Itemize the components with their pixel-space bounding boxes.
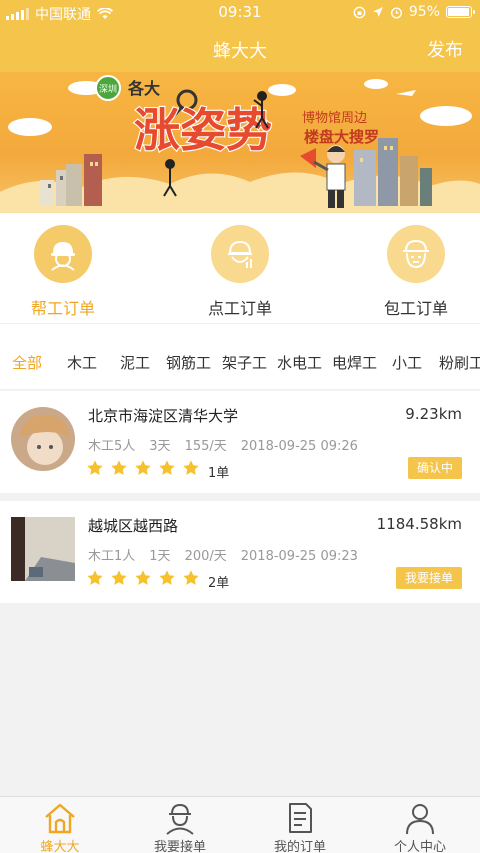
rotation-lock-icon	[353, 6, 366, 18]
tab-home[interactable]: 蜂大大	[0, 800, 120, 853]
worker-helmet-icon	[34, 225, 92, 283]
banner-slogan-1: 博物馆周边	[302, 111, 367, 126]
order-card[interactable]: 北京市海淀区清华大学 9.23km 木工5人 3天 155/天 2018-09-25 …	[0, 391, 480, 493]
filter-carpenter[interactable]: 木工	[67, 352, 97, 373]
order-distance: 1184.58km	[376, 515, 462, 533]
tab-accept-orders-label: 我要接单	[153, 840, 206, 853]
banner-illustration: 深圳 各大 涨姿势 博物馆周边 楼盘大搜罗	[0, 75, 480, 213]
category-contract-label: 包工订单	[383, 299, 448, 318]
order-count: 1单	[208, 466, 230, 481]
accept-order-button[interactable]: 我要接单	[395, 567, 462, 589]
filter-welder[interactable]: 电焊工	[332, 352, 377, 373]
trade-filter-bar: 全部 木工 泥工 钢筋工 架子工 水电工 电焊工 小工 粉刷工	[0, 323, 480, 389]
star-icon	[183, 570, 199, 585]
document-icon	[240, 800, 360, 836]
person-icon	[360, 800, 480, 836]
star-icon	[183, 460, 199, 475]
filter-laborer[interactable]: 小工	[392, 352, 422, 373]
worker-icon	[120, 800, 240, 836]
home-icon	[0, 800, 120, 836]
alarm-icon	[390, 6, 402, 19]
navbar: 蜂大大 发布	[0, 26, 480, 72]
order-meta: 木工1人 1天 200/天 2018-09-25 09:23	[88, 545, 372, 564]
banner-prefix-text: 各大	[127, 79, 160, 98]
category-help-label: 帮工订单	[30, 299, 95, 318]
order-days: 3天	[149, 439, 171, 454]
star-icon	[159, 460, 175, 475]
bottom-tab-bar: 蜂大大 我要接单 我的订单 个人中心	[0, 796, 480, 853]
order-price: 200/天	[184, 549, 227, 564]
order-meta: 木工5人 3天 155/天 2018-09-25 09:26	[88, 435, 372, 454]
tab-my-orders-label: 我的订单	[273, 840, 326, 853]
order-trade: 木工1人	[88, 549, 136, 564]
star-icon	[159, 570, 175, 585]
filter-scaffold[interactable]: 架子工	[222, 352, 267, 373]
confirming-button[interactable]: 确认中	[407, 457, 462, 479]
helmet-chart-icon	[211, 225, 269, 283]
rating-stars	[86, 459, 200, 477]
publish-button[interactable]: 发布	[427, 36, 463, 62]
tab-profile[interactable]: 个人中心	[360, 800, 480, 853]
order-categories: 帮工订单 点工订单 包工订单	[0, 213, 480, 323]
category-point-label: 点工订单	[207, 299, 272, 318]
banner-slogan-2: 楼盘大搜罗	[304, 128, 379, 146]
order-address: 北京市海淀区清华大学	[88, 407, 239, 425]
filter-painter[interactable]: 粉刷工	[439, 352, 480, 373]
worker-face-icon	[387, 225, 445, 283]
order-card[interactable]: 越城区越西路 1184.58km 木工1人 1天 200/天 2018-09-25 0…	[0, 501, 480, 603]
order-datetime: 2018-09-25 09:23	[240, 549, 358, 564]
star-icon	[111, 570, 127, 585]
filter-all[interactable]: 全部	[12, 352, 42, 373]
filter-plumber-electrician[interactable]: 水电工	[277, 352, 322, 373]
filter-rebar[interactable]: 钢筋工	[166, 352, 211, 373]
order-avatar	[11, 407, 75, 471]
star-icon	[87, 570, 103, 585]
tab-home-label: 蜂大大	[40, 840, 80, 853]
order-photo	[11, 517, 75, 581]
filter-mason[interactable]: 泥工	[120, 352, 150, 373]
banner-headline: 涨姿势	[134, 103, 272, 157]
promo-banner[interactable]: 深圳 各大 涨姿势 博物馆周边 楼盘大搜罗	[0, 72, 480, 213]
order-address: 越城区越西路	[88, 517, 179, 535]
star-icon	[111, 460, 127, 475]
order-datetime: 2018-09-25 09:26	[240, 439, 358, 454]
order-count: 2单	[208, 576, 230, 591]
rating-stars	[86, 569, 200, 587]
tab-my-orders[interactable]: 我的订单	[240, 800, 360, 853]
order-trade: 木工5人	[88, 439, 136, 454]
star-icon	[135, 570, 151, 585]
star-icon	[87, 460, 103, 475]
location-icon	[372, 7, 383, 17]
category-help-order[interactable]: 帮工订单	[3, 225, 123, 319]
battery-fill	[448, 8, 469, 16]
battery-icon	[446, 6, 475, 18]
tab-accept-orders[interactable]: 我要接单	[120, 800, 240, 853]
star-icon	[135, 460, 151, 475]
banner-logo-text: 深圳	[99, 84, 117, 95]
order-distance: 9.23km	[405, 405, 462, 423]
category-point-order[interactable]: 点工订单	[180, 225, 300, 319]
order-days: 1天	[149, 549, 171, 564]
category-contract-order[interactable]: 包工订单	[356, 225, 476, 319]
status-bar: 中国联通 09:31 95%	[0, 0, 480, 26]
tab-profile-label: 个人中心	[393, 840, 446, 853]
battery-percent: 95%	[408, 4, 440, 20]
order-price: 155/天	[184, 439, 227, 454]
page-title: 蜂大大	[213, 41, 267, 62]
